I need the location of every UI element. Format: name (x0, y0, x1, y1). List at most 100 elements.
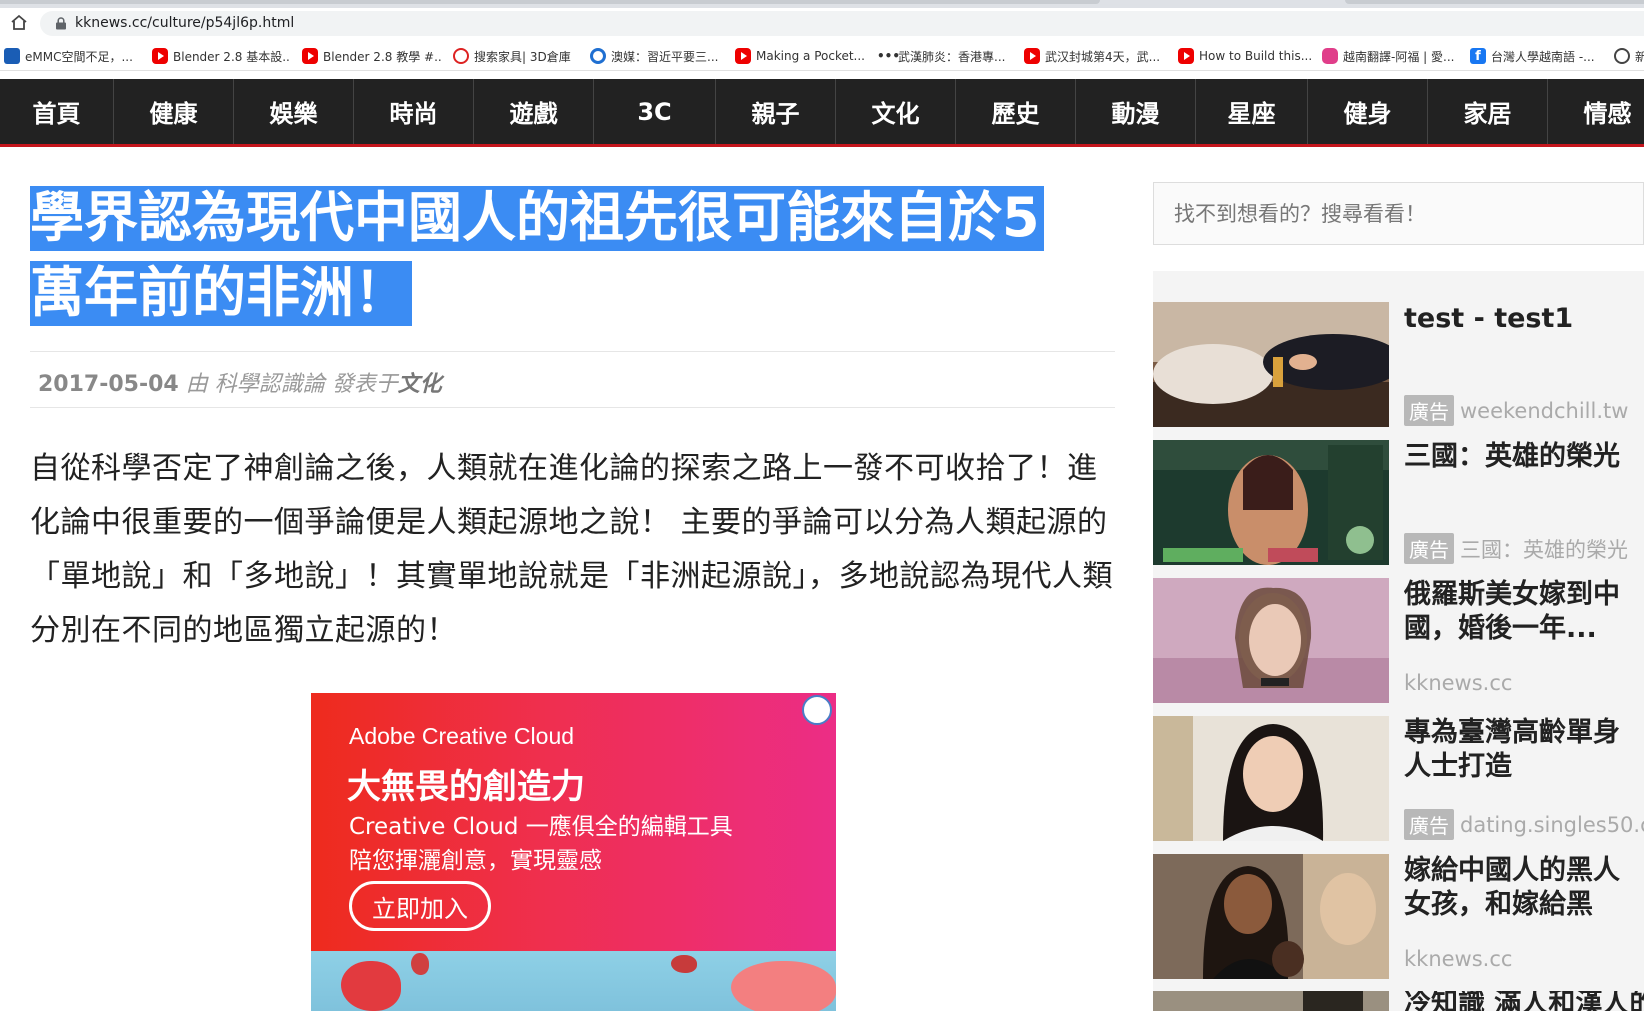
bookmark-item[interactable]: Blender 2.8 教學 #... (302, 47, 442, 65)
ad-line-1: Creative Cloud 一應俱全的編輯工具 (349, 814, 733, 840)
article-author[interactable]: 科學認識論 (215, 372, 325, 397)
nav-item-games[interactable]: 遊戲 (474, 79, 594, 144)
browser-tabstrip (0, 0, 1644, 8)
recommendation-card[interactable]: 冷知識 滿人和漢人的 (1153, 991, 1644, 1011)
nav-item-health[interactable]: 健康 (114, 79, 234, 144)
home-icon[interactable] (9, 13, 29, 33)
recommendation-card[interactable]: test - test1 廣告 weekendchill.tw (1153, 302, 1644, 427)
search-box[interactable] (1153, 182, 1644, 245)
ad-join-button[interactable]: 立即加入 (349, 881, 491, 931)
card-thumbnail[interactable] (1153, 302, 1389, 427)
youtube-icon (1024, 48, 1040, 64)
dots-icon: ••• (877, 49, 901, 63)
card-thumbnail[interactable] (1153, 578, 1389, 703)
nav-item-home[interactable]: 首頁 (0, 79, 114, 144)
card-source: 廣告 dating.singles50.com (1404, 809, 1644, 840)
nav-item-anime[interactable]: 動漫 (1076, 79, 1196, 144)
card-thumbnail[interactable] (1153, 716, 1389, 841)
nav-item-entertainment[interactable]: 娛樂 (234, 79, 354, 144)
card-source: kknews.cc (1404, 947, 1512, 971)
flower-shape (671, 955, 697, 973)
ad-badge: 廣告 (1404, 395, 1454, 426)
tab-strip-right[interactable] (1345, 0, 1644, 4)
bookmark-item[interactable]: 新 (1614, 47, 1644, 65)
bookmark-label: 新 (1635, 48, 1644, 65)
divider (30, 351, 1115, 352)
bookmark-label: eMMC空間不足，... (25, 49, 133, 64)
youtube-icon (302, 48, 318, 64)
card-source: 廣告 weekendchill.tw (1404, 395, 1628, 426)
bookmark-item[interactable]: ••• 武漢肺炎：香港專... (877, 47, 1012, 65)
card-title[interactable]: 俄羅斯美女嫁到中國，婚後一年... (1404, 578, 1644, 646)
tab-strip-left[interactable] (0, 0, 1100, 4)
recommendation-card[interactable]: 俄羅斯美女嫁到中國，婚後一年... kknews.cc (1153, 578, 1644, 703)
card-source: 廣告 三國：英雄的榮光 (1404, 533, 1628, 564)
globe-icon (1614, 48, 1630, 64)
card-thumbnail[interactable] (1153, 440, 1389, 565)
bookmark-item[interactable]: 越南翻譯-阿福 | 愛... (1322, 47, 1460, 65)
card-thumbnail[interactable] (1153, 854, 1389, 979)
site-icon (590, 48, 606, 64)
ad-line-2: 陪您揮灑創意，實現靈感 (349, 848, 602, 874)
youtube-icon (735, 48, 751, 64)
adobe-ad-banner[interactable]: Adobe Creative Cloud 大無畏的創造力 Creative Cl… (311, 693, 836, 1011)
card-title[interactable]: 冷知識 滿人和漢人的 (1404, 991, 1644, 1011)
adchoices-icon[interactable] (802, 695, 832, 725)
published-in: 發表于 (331, 372, 398, 397)
card-source-text: dating.singles50.com (1460, 812, 1644, 837)
article-body: 自從科學否定了神創論之後，人類就在進化論的探索之路上一發不可收拾了！進化論中很重… (30, 451, 1113, 648)
nav-item-fashion[interactable]: 時尚 (354, 79, 474, 144)
url-text[interactable]: kknews.cc/culture/p54jl6p.html (75, 15, 294, 31)
youtube-icon (152, 48, 168, 64)
card-source: kknews.cc (1404, 671, 1512, 695)
bookmark-label: 澳媒：習近平要三... (611, 49, 719, 64)
lock-icon[interactable] (55, 17, 67, 30)
bookmark-label: Blender 2.8 基本設... (173, 49, 290, 64)
card-source-text: 三國：英雄的榮光 (1460, 537, 1628, 562)
card-title[interactable]: test - test1 (1404, 302, 1644, 336)
title-line-1[interactable]: 學界認為現代中國人的祖先很可能來自於5 (30, 186, 1044, 251)
article-date: 2017-05-04 (38, 372, 179, 397)
bookmark-item[interactable]: eMMC空間不足，... (4, 47, 144, 65)
card-title[interactable]: 專為臺灣高齡單身人士打造 (1404, 716, 1644, 784)
bookmark-label: 武汉封城第4天，武... (1045, 49, 1161, 64)
bookmark-item[interactable]: f 台灣人學越南語 -... (1470, 47, 1605, 65)
bookmark-item[interactable]: 搜索家具| 3D倉庫 (453, 47, 583, 65)
bookmark-label: 台灣人學越南語 -... (1491, 49, 1595, 64)
url-box[interactable]: kknews.cc/culture/p54jl6p.html (40, 11, 1644, 36)
nav-item-history[interactable]: 歷史 (956, 79, 1076, 144)
bookmark-label: 武漢肺炎：香港專... (898, 49, 1006, 64)
flower-shape (341, 961, 401, 1011)
bookmark-label: 越南翻譯-阿福 | 愛... (1343, 49, 1455, 64)
bookmark-item[interactable]: How to Build this... (1178, 47, 1313, 65)
nav-item-culture[interactable]: 文化 (836, 79, 956, 144)
facebook-icon: f (1470, 48, 1486, 64)
bookmark-item[interactable]: Making a Pocket... (735, 47, 865, 65)
nav-item-3c[interactable]: 3C (594, 79, 716, 144)
nav-item-fitness[interactable]: 健身 (1308, 79, 1428, 144)
youtube-icon (1178, 48, 1194, 64)
address-bar: kknews.cc/culture/p54jl6p.html (0, 8, 1644, 38)
article-category[interactable]: 文化 (398, 372, 442, 397)
recommendation-card[interactable]: 嫁給中國人的黑人女孩，和嫁給黑人... kknews.cc (1153, 854, 1644, 979)
bookmark-item[interactable]: Blender 2.8 基本設... (152, 47, 290, 65)
flower-shape (731, 961, 836, 1011)
card-thumbnail[interactable] (1153, 991, 1389, 1011)
bookmark-item[interactable]: 武汉封城第4天，武... (1024, 47, 1164, 65)
nav-item-home-living[interactable]: 家居 (1428, 79, 1548, 144)
search-input[interactable] (1154, 183, 1643, 244)
card-title[interactable]: 嫁給中國人的黑人女孩，和嫁給黑人... (1404, 854, 1644, 922)
bookmark-label: Making a Pocket... (756, 49, 865, 63)
card-title[interactable]: 三國：英雄的榮光 (1404, 440, 1644, 474)
card-source-text: kknews.cc (1404, 671, 1513, 695)
article-title[interactable]: 學界認為現代中國人的祖先很可能來自於5 萬年前的非洲！ (30, 180, 1115, 330)
bookmark-item[interactable]: 澳媒：習近平要三... (590, 47, 725, 65)
nav-item-emotion[interactable]: 情感 (1548, 79, 1644, 144)
recommendation-card[interactable]: 專為臺灣高齡單身人士打造 廣告 dating.singles50.com (1153, 716, 1644, 841)
nav-item-parenting[interactable]: 親子 (716, 79, 836, 144)
title-line-2[interactable]: 萬年前的非洲！ (30, 261, 412, 326)
nav-item-astrology[interactable]: 星座 (1196, 79, 1308, 144)
recommendation-card[interactable]: 三國：英雄的榮光 廣告 三國：英雄的榮光 (1153, 440, 1644, 565)
bookmarks-bar: eMMC空間不足，... Blender 2.8 基本設... Blender … (0, 40, 1644, 71)
article: 學界認為現代中國人的祖先很可能來自於5 萬年前的非洲！ (30, 180, 1115, 330)
